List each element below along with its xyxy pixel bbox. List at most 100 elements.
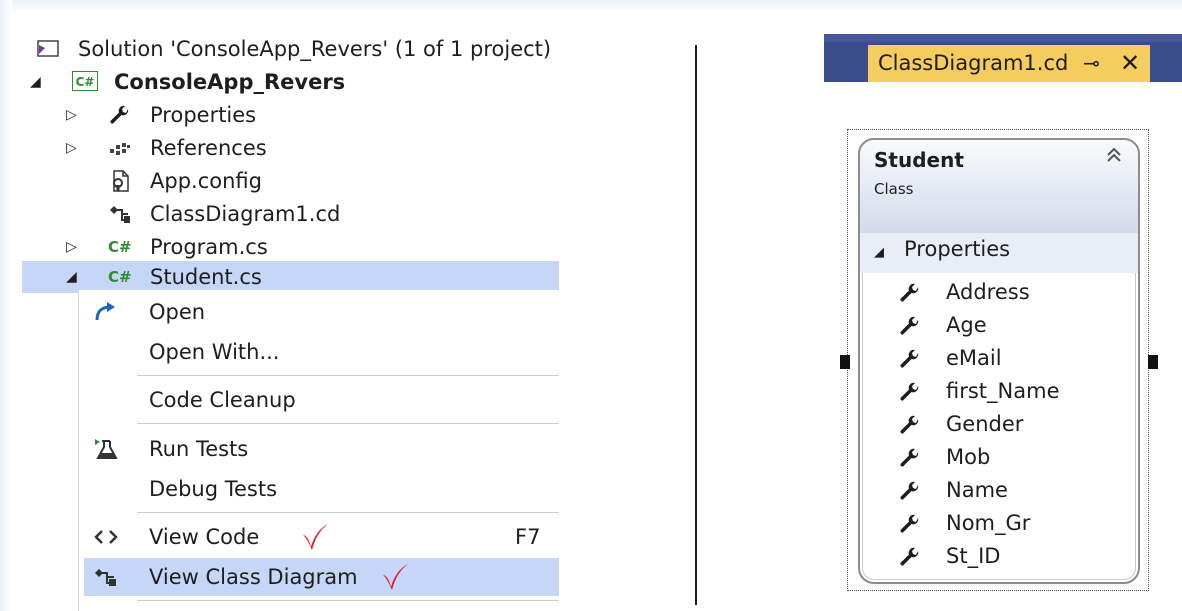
property-row[interactable]: St_ID (860, 540, 1138, 573)
menu-item-run-tests[interactable]: Run Tests (79, 430, 559, 468)
tree-item-label: Program.cs (150, 235, 268, 259)
menu-item-label: Open With... (149, 340, 280, 364)
wrench-icon (900, 283, 919, 302)
property-row[interactable]: Nom_Gr (860, 507, 1138, 540)
expand-arrow-icon[interactable]: ◢ (30, 66, 41, 98)
menu-item-debug-tests[interactable]: Debug Tests (79, 470, 559, 508)
tree-row-references[interactable]: ▷ References (22, 132, 559, 164)
class-kind: Class (874, 180, 914, 198)
resize-handle-right[interactable] (1148, 355, 1158, 369)
property-label: Nom_Gr (946, 511, 1031, 535)
run-tests-icon (95, 439, 118, 459)
menu-item-label: Open (149, 300, 206, 324)
collapse-arrow-icon[interactable]: ▷ (66, 99, 77, 131)
menu-item-open-with[interactable]: Open With... (79, 333, 559, 371)
menu-item-open[interactable]: Open (79, 293, 559, 331)
tree-row-program-cs[interactable]: ▷ C# Program.cs (22, 231, 559, 263)
properties-section-header[interactable]: ◢ Properties (860, 233, 1138, 273)
property-label: Name (946, 478, 1008, 502)
wrench-icon (900, 382, 919, 401)
tree-item-label: ClassDiagram1.cd (150, 202, 341, 226)
property-label: first_Name (946, 379, 1060, 403)
tree-row-class-diagram[interactable]: ClassDiagram1.cd (22, 198, 559, 230)
config-file-icon (113, 170, 129, 192)
solution-label: Solution 'ConsoleApp_Revers' (1 of 1 pro… (78, 37, 552, 61)
tree-row-properties[interactable]: ▷ Properties (22, 99, 559, 131)
menu-item-code-cleanup[interactable]: Code Cleanup (79, 381, 559, 419)
menu-separator (137, 375, 559, 376)
property-row[interactable]: Mob (860, 441, 1138, 474)
property-label: St_ID (946, 544, 1001, 568)
document-tab-label: ClassDiagram1.cd (878, 51, 1069, 75)
section-label: Properties (904, 237, 1011, 261)
property-row[interactable]: Name (860, 474, 1138, 507)
wrench-icon (900, 316, 919, 335)
menu-item-label: Run Tests (149, 437, 249, 461)
menu-item-label: Code Cleanup (149, 388, 296, 412)
tree-item-label: App.config (150, 169, 262, 193)
menu-separator (137, 512, 559, 513)
menu-item-label: View Class Diagram (149, 565, 358, 589)
wrench-icon (900, 481, 919, 500)
left-border (0, 0, 12, 611)
class-name: Student (874, 148, 964, 172)
project-label: ConsoleApp_Revers (114, 70, 346, 94)
tree-item-label: References (150, 136, 267, 160)
collapse-arrow-icon[interactable]: ▷ (66, 231, 77, 263)
menu-item-view-class-diagram[interactable]: View Class Diagram (84, 558, 559, 596)
tree-item-label: Student.cs (150, 265, 262, 289)
red-checkmark-icon (303, 524, 328, 550)
property-row[interactable]: Gender (860, 408, 1138, 441)
red-checkmark-icon (383, 564, 408, 590)
collapse-chevron-icon[interactable] (1105, 146, 1123, 164)
csharp-file-icon: C# (108, 238, 132, 256)
property-row[interactable]: eMail (860, 342, 1138, 375)
close-icon[interactable]: ✕ (1120, 45, 1140, 82)
references-icon (110, 143, 130, 155)
menu-separator (137, 600, 559, 601)
tree-row-app-config[interactable]: App.config (22, 165, 559, 197)
csharp-file-icon: C# (108, 268, 132, 286)
top-border (0, 0, 1182, 12)
wrench-icon (110, 105, 129, 124)
property-row[interactable]: Age (860, 309, 1138, 342)
csharp-project-icon: C# (72, 71, 98, 91)
section-expand-arrow-icon[interactable]: ◢ (874, 245, 884, 260)
menu-item-label: View Code (149, 525, 260, 549)
tree-item-label: Properties (150, 103, 257, 127)
menu-item-label: Debug Tests (149, 477, 278, 501)
tree-row-solution[interactable]: Solution 'ConsoleApp_Revers' (1 of 1 pro… (22, 33, 559, 65)
document-tabbar: ClassDiagram1.cd ⊸ ✕ (824, 34, 1182, 82)
wrench-icon (900, 547, 919, 566)
collapse-arrow-icon[interactable]: ▷ (66, 132, 77, 164)
open-arrow-icon (95, 302, 115, 321)
document-tab[interactable]: ClassDiagram1.cd ⊸ ✕ (868, 45, 1150, 82)
property-label: Address (946, 280, 1030, 304)
resize-handle-left[interactable] (840, 355, 850, 369)
solution-icon (37, 40, 59, 57)
pin-icon[interactable]: ⊸ (1083, 45, 1100, 82)
property-label: Gender (946, 412, 1024, 436)
tabbar-stripe (824, 34, 1182, 42)
class-shape-student[interactable]: Student Class ◢ Properties Address Age eMa… (858, 138, 1140, 584)
class-header: Student Class (860, 140, 1138, 233)
code-brackets-icon (94, 530, 118, 544)
class-diagram-icon (95, 569, 116, 586)
property-label: eMail (946, 346, 1002, 370)
context-menu: Open Open With... Code Cleanup Run Tests… (78, 290, 559, 611)
property-label: Age (946, 313, 987, 337)
tree-row-student-cs[interactable]: ◢ C# Student.cs (22, 261, 559, 293)
image-divider (695, 45, 697, 605)
menu-separator (137, 423, 559, 424)
property-row[interactable]: first_Name (860, 375, 1138, 408)
wrench-icon (900, 415, 919, 434)
property-row[interactable]: Address (860, 276, 1138, 309)
wrench-icon (900, 448, 919, 467)
wrench-icon (900, 514, 919, 533)
property-label: Mob (946, 445, 991, 469)
shortcut-label: F7 (515, 525, 541, 549)
wrench-icon (900, 349, 919, 368)
class-diagram-icon (110, 206, 130, 223)
tree-row-project[interactable]: ◢ C# ConsoleApp_Revers (22, 66, 559, 98)
expand-arrow-icon[interactable]: ◢ (66, 261, 77, 293)
